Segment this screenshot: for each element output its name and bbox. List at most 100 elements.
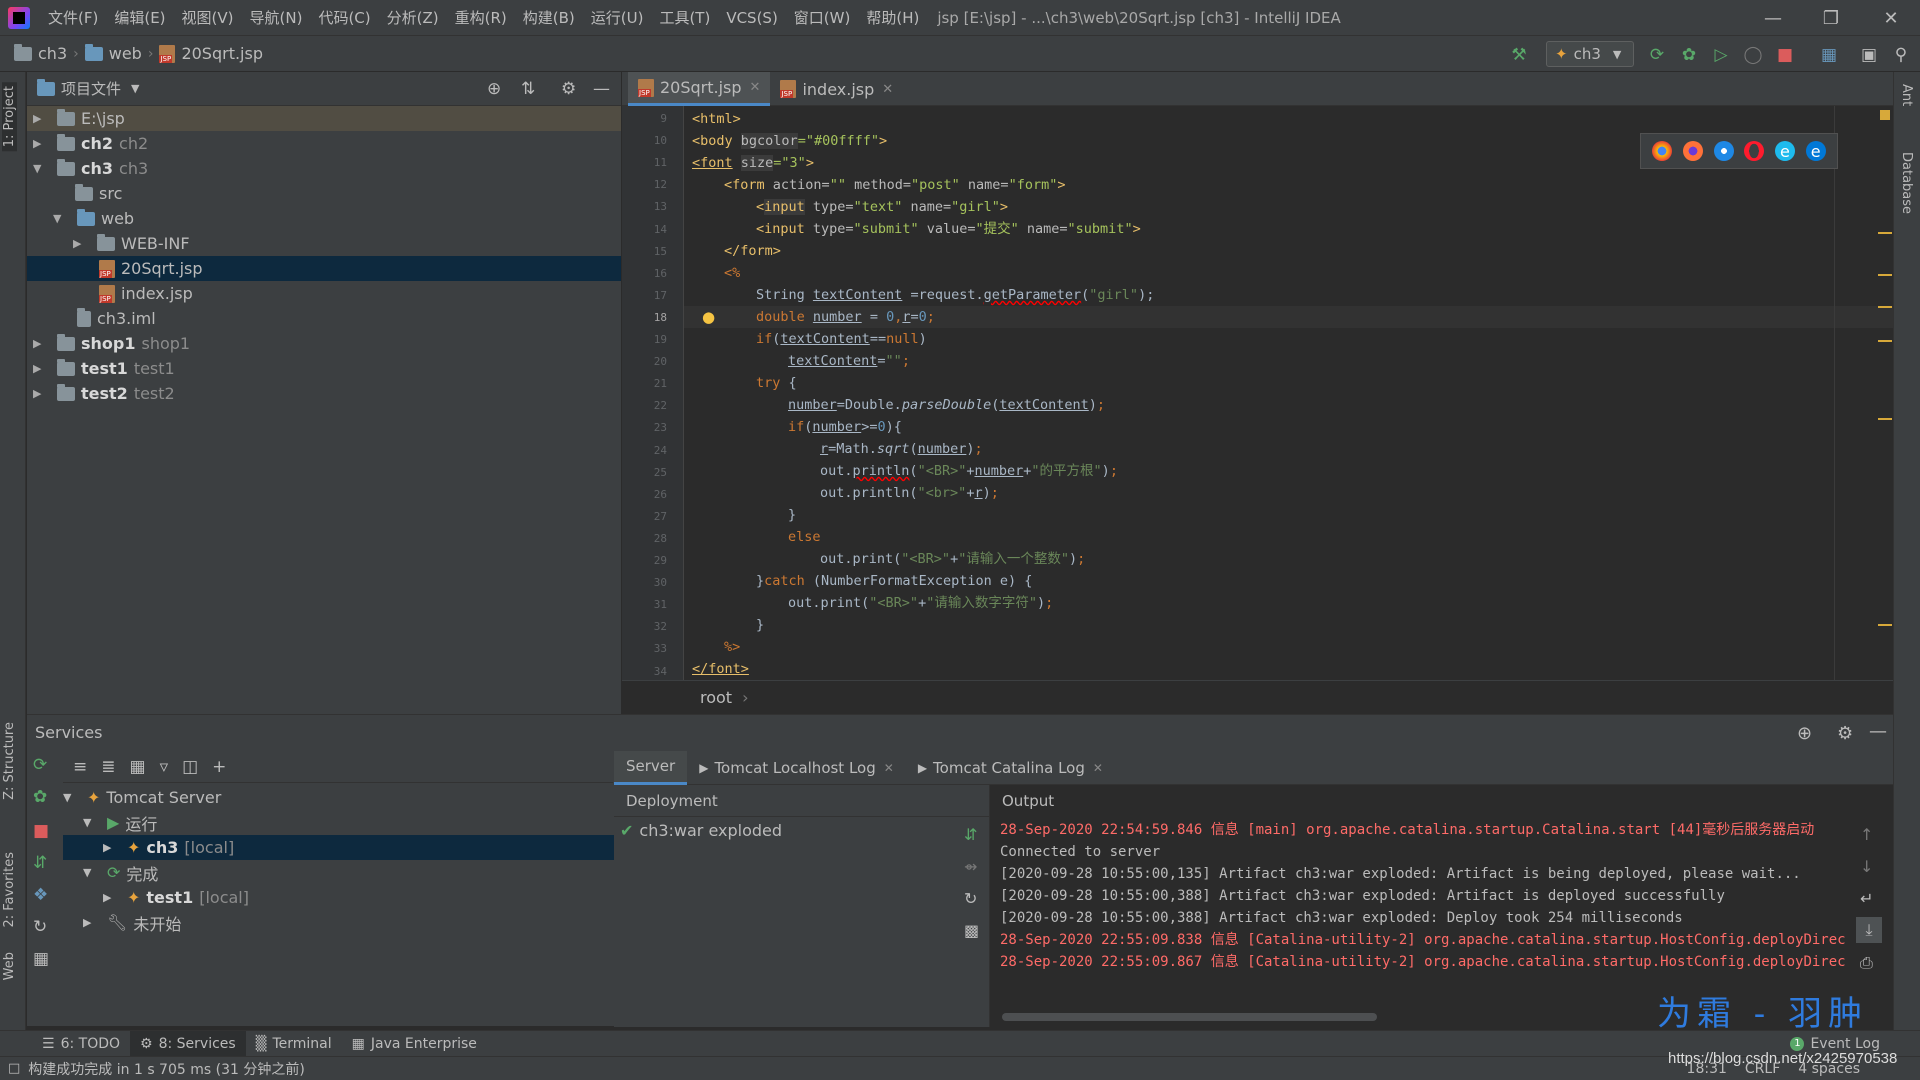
tree-item-ch3[interactable]: ▼ ch3 ch3	[27, 156, 621, 181]
build-hammer-icon[interactable]: ⚒	[1508, 44, 1530, 66]
print-icon[interactable]: ⎙	[1860, 953, 1873, 973]
tab-localhost-log[interactable]: ▶ Tomcat Localhost Log ✕	[687, 751, 906, 785]
horizontal-scrollbar[interactable]	[1002, 1013, 1377, 1021]
hide-icon[interactable]: —	[1869, 721, 1887, 742]
tool-tab-database[interactable]: Database	[1899, 152, 1914, 214]
tool-tab-favorites[interactable]: 2: Favorites	[2, 852, 17, 928]
tab-server[interactable]: Server	[614, 750, 688, 785]
warning-indicator-icon[interactable]	[1880, 110, 1890, 120]
tree-item-root[interactable]: ▶ E:\jsp	[27, 106, 621, 131]
chevron-down-icon[interactable]: ▼	[83, 816, 107, 829]
tree-item-20sqrt-jsp[interactable]: 20Sqrt.jsp	[27, 256, 621, 281]
project-view-select[interactable]: 项目文件	[61, 78, 121, 99]
menu-window[interactable]: 窗口(W)	[786, 0, 859, 36]
menu-tools[interactable]: 工具(T)	[651, 0, 718, 36]
locate-icon[interactable]: ⊕	[487, 79, 501, 99]
menu-refactor[interactable]: 重构(R)	[447, 0, 515, 36]
soft-wrap-icon[interactable]: ↵	[1860, 889, 1873, 908]
rerun-icon[interactable]: ⟳	[33, 755, 47, 775]
scroll-to-end-icon[interactable]: ⤓	[1856, 917, 1882, 943]
project-structure-icon[interactable]: ▦	[1818, 44, 1840, 66]
artifact-icon[interactable]: ❖	[33, 885, 48, 905]
chevron-right-icon[interactable]: ▶	[103, 841, 127, 854]
gear-icon[interactable]: ⚙	[1837, 723, 1853, 744]
tab-20sqrt-jsp[interactable]: 20Sqrt.jsp ✕	[628, 72, 771, 106]
menu-build[interactable]: 构建(B)	[515, 0, 583, 36]
menu-navigate[interactable]: 导航(N)	[242, 0, 311, 36]
menu-help[interactable]: 帮助(H)	[858, 0, 927, 36]
lightbulb-icon[interactable]: ●	[702, 308, 715, 326]
minimize-button[interactable]: —	[1744, 0, 1802, 36]
tree-item-shop1[interactable]: ▶ shop1 shop1	[27, 331, 621, 356]
chevron-right-icon[interactable]: ▶	[33, 362, 47, 375]
breadcrumb-root[interactable]: root	[700, 688, 732, 707]
group-by-icon[interactable]: ▦	[130, 757, 146, 777]
tree-item-web-inf[interactable]: ▶ WEB-INF	[27, 231, 621, 256]
refresh-icon[interactable]: ↻	[33, 917, 47, 937]
chevron-right-icon[interactable]: ▶	[33, 137, 47, 150]
error-stripe-mark[interactable]	[1878, 232, 1892, 234]
menu-vcs[interactable]: VCS(S)	[718, 0, 785, 36]
close-window-button[interactable]: ✕	[1862, 0, 1920, 36]
opera-icon[interactable]	[1744, 141, 1765, 161]
menu-view[interactable]: 视图(V)	[174, 0, 242, 36]
tree-item-ch3-iml[interactable]: ch3.iml	[27, 306, 621, 331]
add-icon[interactable]: +	[212, 757, 226, 777]
error-stripe-mark[interactable]	[1878, 624, 1892, 626]
firefox-icon[interactable]	[1682, 141, 1703, 161]
close-tab-icon[interactable]: ✕	[750, 80, 761, 95]
chevron-right-icon[interactable]: ▶	[33, 387, 47, 400]
close-tab-icon[interactable]: ✕	[882, 82, 893, 97]
refresh-icon[interactable]: ↻	[964, 889, 977, 908]
error-stripe-mark[interactable]	[1878, 340, 1892, 342]
menu-run[interactable]: 运行(U)	[583, 0, 652, 36]
code-editor[interactable]: <html> <body bgcolor="#00ffff"> <font si…	[684, 106, 1893, 680]
menu-code[interactable]: 代码(C)	[310, 0, 378, 36]
search-icon[interactable]: ⚲	[1890, 44, 1912, 66]
error-stripe-mark[interactable]	[1878, 274, 1892, 276]
error-stripe-mark[interactable]	[1878, 306, 1892, 308]
restore-button[interactable]: ❐	[1802, 0, 1860, 36]
svc-tomcat-server[interactable]: ▼ ✦ Tomcat Server	[63, 785, 648, 810]
tree-item-test1[interactable]: ▶ test1 test1	[27, 356, 621, 381]
tool-tab-terminal[interactable]: ▒ Terminal	[246, 1031, 342, 1057]
chevron-down-icon[interactable]: ▼	[33, 162, 47, 175]
chevron-right-icon[interactable]: ▶	[83, 916, 107, 929]
chevron-down-icon[interactable]: ▼	[53, 212, 67, 225]
status-toggle-icon[interactable]: □	[8, 1061, 20, 1076]
deploy-icon[interactable]: ⇵	[964, 825, 977, 844]
deployment-item[interactable]: ✔ ch3:war exploded	[620, 821, 782, 840]
edge-icon[interactable]: e	[1805, 141, 1826, 161]
gear-icon[interactable]: ⚙	[561, 79, 576, 99]
tree-item-src[interactable]: src	[27, 181, 621, 206]
tool-tab-structure[interactable]: Z: Structure	[2, 722, 17, 800]
run-configuration-select[interactable]: ✦ ch3 ▼	[1546, 41, 1634, 67]
layout-icon[interactable]: ▣	[1858, 44, 1880, 66]
coverage-icon[interactable]: ▷	[1710, 44, 1732, 66]
expand-all-icon[interactable]: ≡	[73, 757, 87, 777]
ie-icon[interactable]: e	[1774, 141, 1795, 161]
filter-icon[interactable]: ▿	[160, 757, 169, 777]
chevron-right-icon[interactable]: ▶	[103, 891, 127, 904]
rerun-icon[interactable]: ⟳	[1646, 44, 1668, 66]
crumb-web[interactable]: web	[81, 43, 146, 63]
new-service-icon[interactable]: ◫	[182, 757, 198, 777]
menu-analyze[interactable]: 分析(Z)	[379, 0, 447, 36]
chevron-down-icon[interactable]: ▼	[63, 791, 87, 804]
locate-icon[interactable]: ⊕	[1797, 723, 1812, 744]
collapse-all-icon[interactable]: ≣	[101, 757, 115, 777]
tree-item-ch2[interactable]: ▶ ch2 ch2	[27, 131, 621, 156]
close-tab-icon[interactable]: ✕	[1093, 761, 1103, 775]
close-tab-icon[interactable]: ✕	[884, 761, 894, 775]
tool-tab-todo[interactable]: ☰ 6: TODO	[32, 1031, 130, 1057]
tree-item-test2[interactable]: ▶ test2 test2	[27, 381, 621, 406]
tool-tab-services[interactable]: ⚙ 8: Services	[130, 1030, 246, 1057]
scroll-up-icon[interactable]: ↑	[1860, 825, 1873, 844]
tab-index-jsp[interactable]: index.jsp ✕	[770, 72, 903, 106]
deploy-icon[interactable]: ⇵	[33, 853, 47, 873]
safari-icon[interactable]	[1713, 141, 1734, 161]
tab-catalina-log[interactable]: ▶ Tomcat Catalina Log ✕	[906, 751, 1115, 785]
collapse-all-icon[interactable]: ⇅	[521, 79, 535, 99]
undeploy-icon[interactable]: ⇴	[964, 857, 977, 876]
tree-item-web[interactable]: ▼ web	[27, 206, 621, 231]
